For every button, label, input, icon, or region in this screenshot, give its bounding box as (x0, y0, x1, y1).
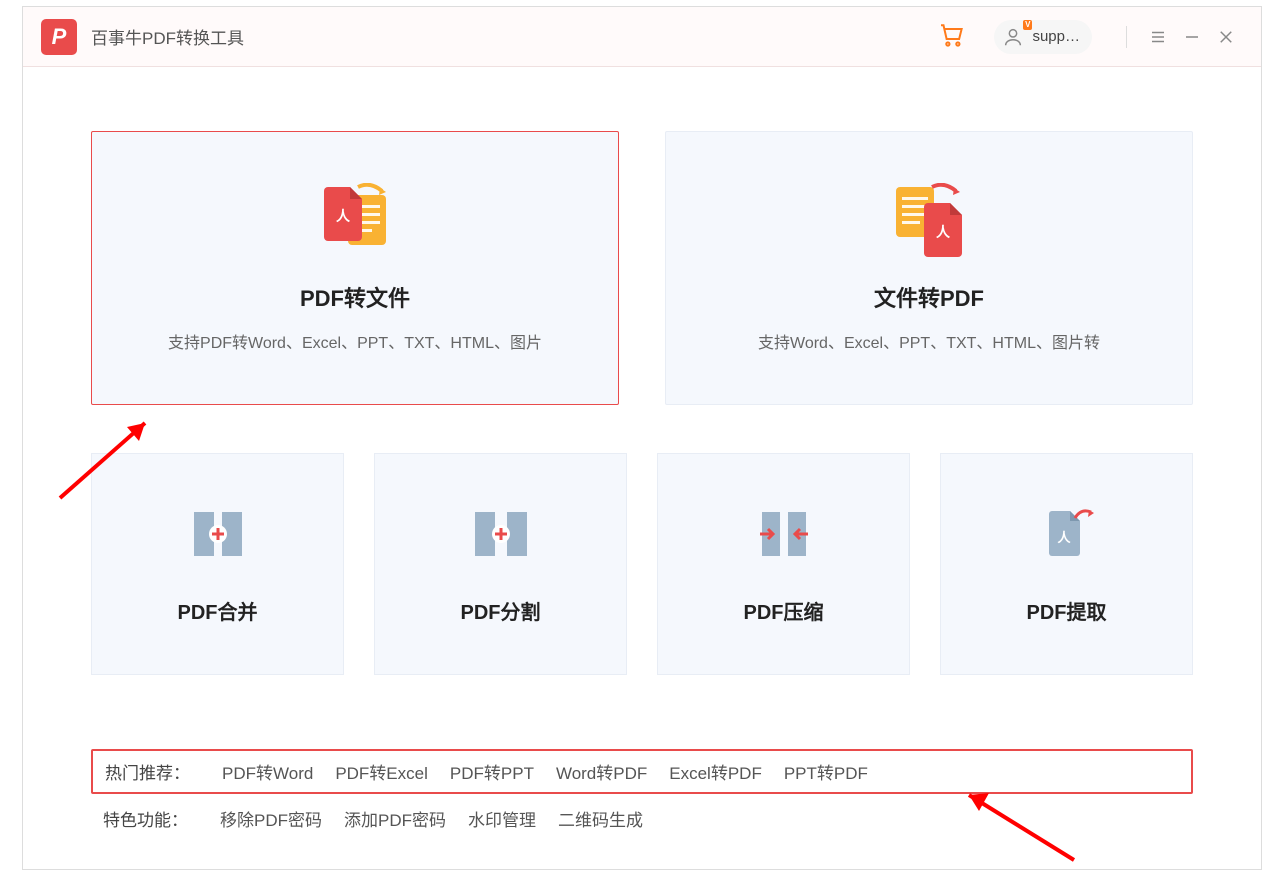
small-cards-row: PDF合并 PDF分割 (91, 453, 1193, 675)
feature-link[interactable]: 添加PDF密码 (344, 806, 446, 831)
content-area: 人 PDF转文件 支持PDF转Word、Excel、PPT、TXT、HTML、图… (23, 67, 1261, 675)
minimize-icon[interactable] (1181, 26, 1203, 48)
card-title: PDF转文件 (300, 281, 410, 313)
pdf-compress-icon (754, 504, 814, 564)
feature-row: 特色功能： 移除PDF密码 添加PDF密码 水印管理 二维码生成 (91, 798, 1193, 839)
card-desc: 支持PDF转Word、Excel、PPT、TXT、HTML、图片 (168, 329, 542, 353)
footer-links: 热门推荐： PDF转Word PDF转Excel PDF转PPT Word转PD… (91, 749, 1193, 839)
hot-link[interactable]: PPT转PDF (784, 759, 868, 784)
close-icon[interactable] (1215, 26, 1237, 48)
card-pdf-split[interactable]: PDF分割 (374, 453, 627, 675)
card-title: PDF合并 (178, 596, 258, 625)
card-desc: 支持Word、Excel、PPT、TXT、HTML、图片转 (758, 329, 1100, 353)
avatar-icon: V (1000, 24, 1026, 50)
feature-link[interactable]: 二维码生成 (558, 806, 643, 831)
card-title: 文件转PDF (874, 281, 984, 313)
titlebar-divider (1126, 26, 1127, 48)
app-logo: P (41, 19, 77, 55)
feature-label: 特色功能： (103, 806, 188, 831)
feature-link[interactable]: 移除PDF密码 (220, 806, 322, 831)
file-to-pdf-icon: 人 (884, 183, 974, 263)
card-title: PDF压缩 (744, 596, 824, 625)
main-cards-row: 人 PDF转文件 支持PDF转Word、Excel、PPT、TXT、HTML、图… (91, 131, 1193, 405)
hot-link[interactable]: Word转PDF (556, 759, 647, 784)
feature-link[interactable]: 水印管理 (468, 806, 536, 831)
pdf-extract-icon: 人 (1037, 504, 1097, 564)
pdf-split-icon (471, 504, 531, 564)
svg-text:人: 人 (936, 224, 951, 240)
user-name: supp… (1032, 28, 1080, 45)
card-file-to-pdf[interactable]: 人 文件转PDF 支持Word、Excel、PPT、TXT、HTML、图片转 (665, 131, 1193, 405)
pdf-merge-icon (188, 504, 248, 564)
app-title: 百事牛PDF转换工具 (91, 24, 244, 49)
card-pdf-compress[interactable]: PDF压缩 (657, 453, 910, 675)
titlebar: P 百事牛PDF转换工具 V supp… (23, 7, 1261, 67)
hot-link[interactable]: PDF转Word (222, 759, 313, 784)
hot-recommend-row: 热门推荐： PDF转Word PDF转Excel PDF转PPT Word转PD… (91, 749, 1193, 794)
app-logo-letter: P (52, 24, 67, 50)
card-title: PDF分割 (461, 596, 541, 625)
card-title: PDF提取 (1027, 596, 1107, 625)
app-window: P 百事牛PDF转换工具 V supp… (22, 6, 1262, 870)
hot-link[interactable]: PDF转PPT (450, 759, 534, 784)
svg-text:人: 人 (336, 208, 351, 224)
menu-icon[interactable] (1147, 26, 1169, 48)
card-pdf-extract[interactable]: 人 PDF提取 (940, 453, 1193, 675)
hot-link[interactable]: Excel转PDF (669, 759, 762, 784)
card-pdf-to-file[interactable]: 人 PDF转文件 支持PDF转Word、Excel、PPT、TXT、HTML、图… (91, 131, 619, 405)
pdf-to-file-icon: 人 (310, 183, 400, 263)
vip-badge: V (1023, 20, 1032, 30)
cart-icon[interactable] (936, 19, 966, 54)
card-pdf-merge[interactable]: PDF合并 (91, 453, 344, 675)
svg-text:人: 人 (1057, 530, 1071, 545)
hot-link[interactable]: PDF转Excel (335, 759, 428, 784)
user-profile[interactable]: V supp… (994, 20, 1092, 54)
hot-label: 热门推荐： (105, 759, 190, 784)
